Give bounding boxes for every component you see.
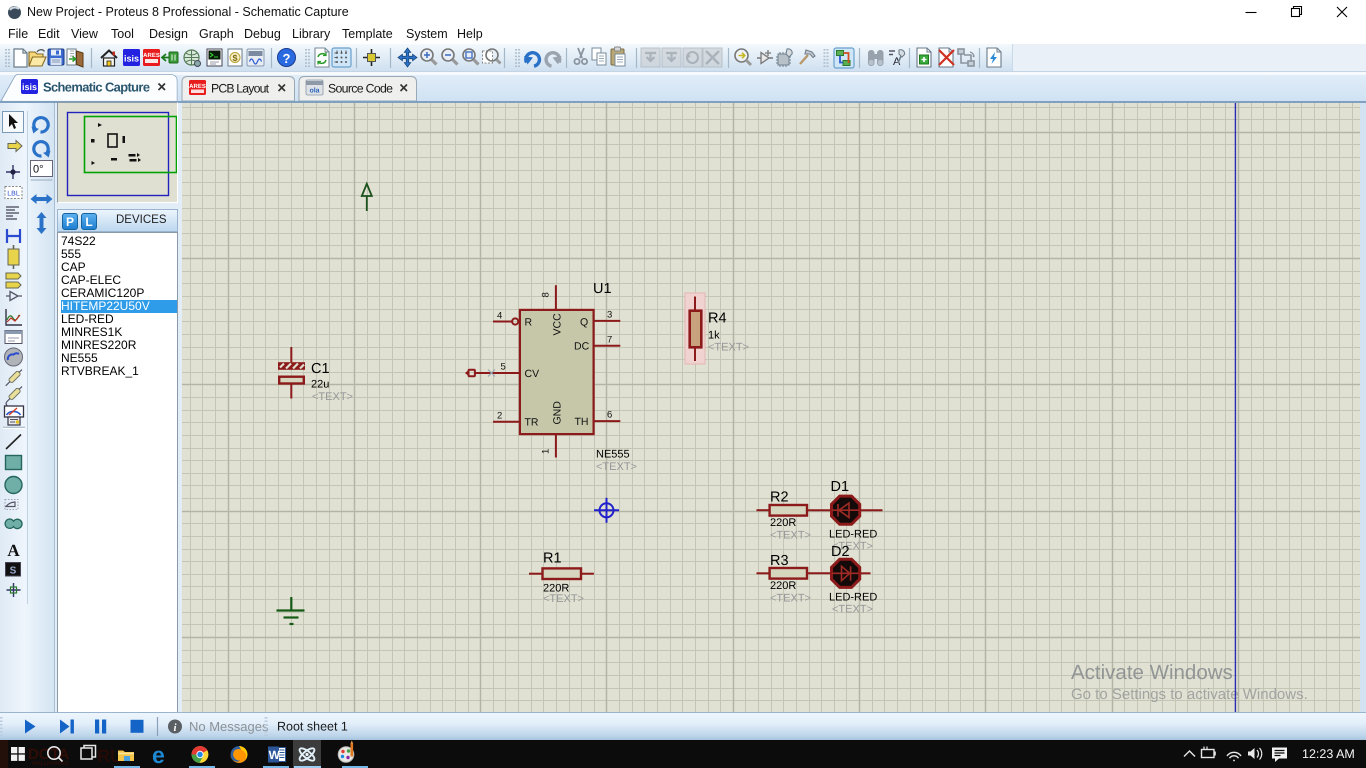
svg-text:<TEXT>: <TEXT> bbox=[596, 461, 637, 473]
svg-text:1: 1 bbox=[541, 449, 552, 454]
svg-text:1k: 1k bbox=[708, 330, 720, 342]
svg-text:C1: C1 bbox=[311, 361, 330, 377]
svg-text:5: 5 bbox=[501, 362, 506, 373]
svg-text:ola: ola bbox=[309, 87, 319, 95]
svg-text:D1: D1 bbox=[831, 479, 850, 495]
svg-text:<TEXT>: <TEXT> bbox=[770, 593, 811, 605]
svg-text:U1: U1 bbox=[593, 281, 612, 297]
svg-text:e: e bbox=[152, 742, 165, 768]
svg-text:0°: 0° bbox=[33, 164, 44, 176]
svg-text:Root sheet 1: Root sheet 1 bbox=[277, 720, 348, 734]
svg-text:LED-RED: LED-RED bbox=[829, 529, 877, 541]
svg-text:PCB Layout: PCB Layout bbox=[211, 82, 270, 96]
svg-text:W: W bbox=[269, 748, 281, 762]
svg-text:3: 3 bbox=[607, 310, 612, 321]
svg-text:R2: R2 bbox=[770, 490, 789, 506]
svg-text:WALLPAPERS: WALLPAPERS bbox=[32, 761, 69, 767]
svg-text:ARES: ARES bbox=[143, 52, 160, 59]
svg-text:ARES: ARES bbox=[189, 83, 206, 90]
svg-text:CV: CV bbox=[525, 368, 540, 380]
svg-text:A: A bbox=[7, 541, 20, 560]
svg-text:<TEXT>: <TEXT> bbox=[543, 593, 584, 605]
svg-text:<TEXT>: <TEXT> bbox=[708, 342, 749, 354]
svg-text:12:23 AM: 12:23 AM bbox=[1302, 747, 1355, 761]
svg-text:Q: Q bbox=[580, 317, 588, 329]
svg-text:Go to Settings to activate Win: Go to Settings to activate Windows. bbox=[1071, 686, 1308, 703]
svg-text:Schematic Capture: Schematic Capture bbox=[43, 80, 150, 95]
svg-text:LBL: LBL bbox=[7, 191, 20, 198]
svg-text:VCC: VCC bbox=[552, 313, 564, 336]
svg-text:No Messages: No Messages bbox=[189, 719, 269, 734]
svg-text:LED-RED: LED-RED bbox=[829, 592, 877, 604]
svg-text:<TEXT>: <TEXT> bbox=[832, 604, 873, 616]
svg-text:R: R bbox=[525, 317, 533, 329]
svg-text:<TEXT>: <TEXT> bbox=[312, 391, 353, 403]
svg-text:isis: isis bbox=[124, 54, 139, 64]
svg-text:R3: R3 bbox=[770, 553, 789, 569]
svg-text:6: 6 bbox=[607, 410, 612, 421]
svg-text:2: 2 bbox=[497, 411, 502, 422]
svg-text:$: $ bbox=[232, 53, 237, 63]
svg-text:TH: TH bbox=[575, 416, 589, 428]
svg-text:220R: 220R bbox=[770, 580, 796, 592]
svg-text:S: S bbox=[10, 566, 17, 577]
svg-text:TR: TR bbox=[525, 417, 539, 429]
svg-text:220R: 220R bbox=[770, 517, 796, 529]
svg-text:NE555: NE555 bbox=[596, 449, 630, 461]
svg-text:R4: R4 bbox=[708, 311, 727, 327]
svg-text:D2: D2 bbox=[831, 544, 850, 560]
svg-text:Activate Windows: Activate Windows bbox=[1071, 661, 1233, 684]
svg-text:7: 7 bbox=[607, 335, 612, 346]
svg-text:DC: DC bbox=[574, 341, 590, 353]
svg-text:isis: isis bbox=[22, 82, 37, 92]
svg-text:?: ? bbox=[283, 51, 291, 66]
svg-text:Source Code: Source Code bbox=[328, 82, 393, 96]
svg-text:<TEXT>: <TEXT> bbox=[770, 530, 811, 542]
svg-text:22u: 22u bbox=[311, 379, 329, 391]
svg-text:4: 4 bbox=[497, 311, 502, 322]
svg-text:R1: R1 bbox=[543, 551, 562, 567]
svg-text:GND: GND bbox=[552, 401, 564, 425]
svg-text:8: 8 bbox=[541, 292, 552, 297]
